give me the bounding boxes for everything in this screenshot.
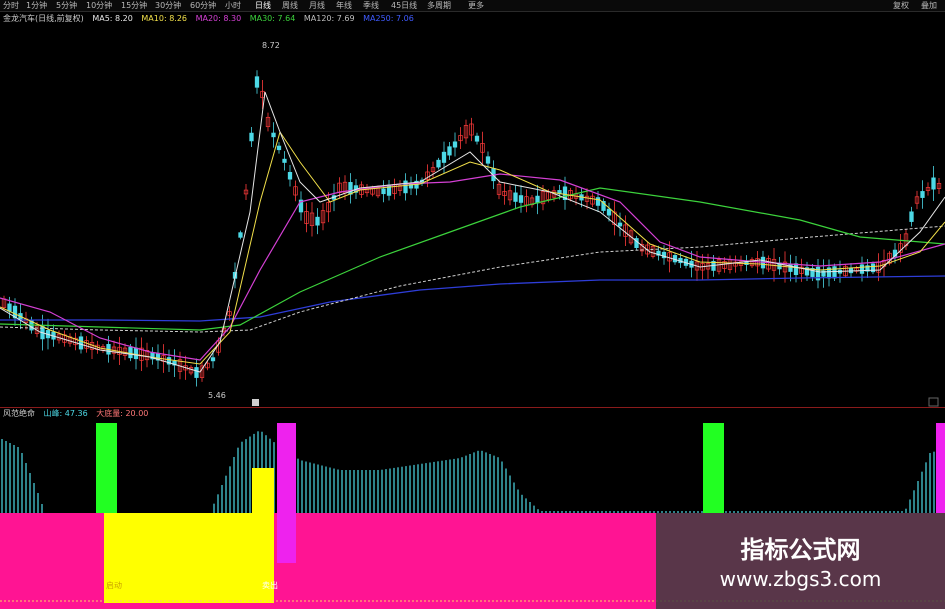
candle-body (238, 232, 243, 238)
candle-body (485, 156, 491, 164)
candle-body (452, 141, 458, 148)
candle-body (832, 266, 837, 279)
candle-body (7, 303, 12, 312)
tab-month[interactable]: 月线 (309, 0, 325, 11)
ma5-line (0, 91, 945, 373)
tab-30min[interactable]: 30分钟 (155, 0, 181, 11)
tab-10min[interactable]: 10分钟 (86, 0, 112, 11)
candle-body (133, 347, 139, 360)
ma60-line (0, 187, 945, 331)
start-label: 启动 (106, 580, 122, 590)
candle-body (78, 336, 84, 350)
high-price-label: 8.72 (262, 41, 280, 50)
fuquan-button[interactable]: 复权 (893, 0, 909, 11)
tab-60min[interactable]: 60分钟 (190, 0, 216, 11)
candle-body (441, 151, 447, 163)
candle-body (128, 347, 133, 359)
candle-body (249, 132, 254, 142)
period-toolbar: 分时 1分钟 5分钟 10分钟 15分钟 30分钟 60分钟 小时 日线 周线 … (0, 0, 945, 12)
sell-label: 卖出 (262, 580, 278, 590)
watermark-url: www.zbgs3.com (719, 567, 882, 591)
candle-body (271, 132, 276, 138)
candle-body (474, 135, 480, 142)
chart-scroll-button[interactable] (928, 397, 939, 407)
candle-body (282, 158, 287, 163)
candle-body (535, 195, 540, 204)
watermark-title: 指标公式网 (740, 536, 861, 564)
yellow-block (104, 513, 274, 603)
green-signal-bar (703, 423, 724, 513)
tab-day[interactable]: 日线 (255, 0, 271, 11)
ma250-line (0, 275, 945, 322)
candle-body (793, 263, 799, 276)
tab-multi[interactable]: 多周期 (427, 0, 451, 11)
tab-fenshi[interactable]: 分时 (3, 0, 19, 11)
candlestick-chart[interactable]: 8.72 5.46 (0, 12, 945, 407)
candle-body (606, 208, 612, 216)
candle-body (403, 180, 408, 194)
candle-body (909, 211, 914, 222)
purple-signal-bar (277, 423, 296, 563)
candle-body (194, 367, 199, 378)
ma120-line (0, 225, 945, 333)
purple-signal-bar (936, 423, 945, 513)
candle-body (513, 192, 518, 202)
candle-body (210, 357, 216, 362)
tab-quarter[interactable]: 季线 (363, 0, 379, 11)
event-marker[interactable] (252, 399, 259, 406)
tab-more[interactable]: 更多 (468, 0, 484, 11)
candle-body (848, 267, 854, 274)
candle-body (617, 222, 623, 227)
candle-body (254, 76, 260, 88)
candle-body (931, 177, 936, 190)
tab-1min[interactable]: 1分钟 (26, 0, 47, 11)
candle-body (859, 264, 865, 274)
green-signal-bar (96, 423, 117, 513)
candle-body (436, 159, 441, 168)
tab-hour[interactable]: 小时 (225, 0, 241, 11)
tab-45day[interactable]: 45日线 (391, 0, 417, 11)
overlay-button[interactable]: 叠加 (921, 0, 937, 11)
tab-5min[interactable]: 5分钟 (56, 0, 77, 11)
low-price-label: 5.46 (208, 391, 226, 400)
candle-body (920, 191, 925, 198)
candle-body (287, 172, 293, 180)
ma10-line (0, 130, 945, 365)
candle-body (381, 188, 386, 195)
tab-year[interactable]: 年线 (336, 0, 352, 11)
tab-week[interactable]: 周线 (282, 0, 298, 11)
tab-15min[interactable]: 15分钟 (121, 0, 147, 11)
candle-body (447, 146, 452, 156)
candle-body (595, 197, 601, 206)
candle-body (348, 182, 353, 195)
candle-body (315, 216, 320, 226)
candle-body (276, 145, 282, 151)
candle-body (518, 195, 524, 203)
